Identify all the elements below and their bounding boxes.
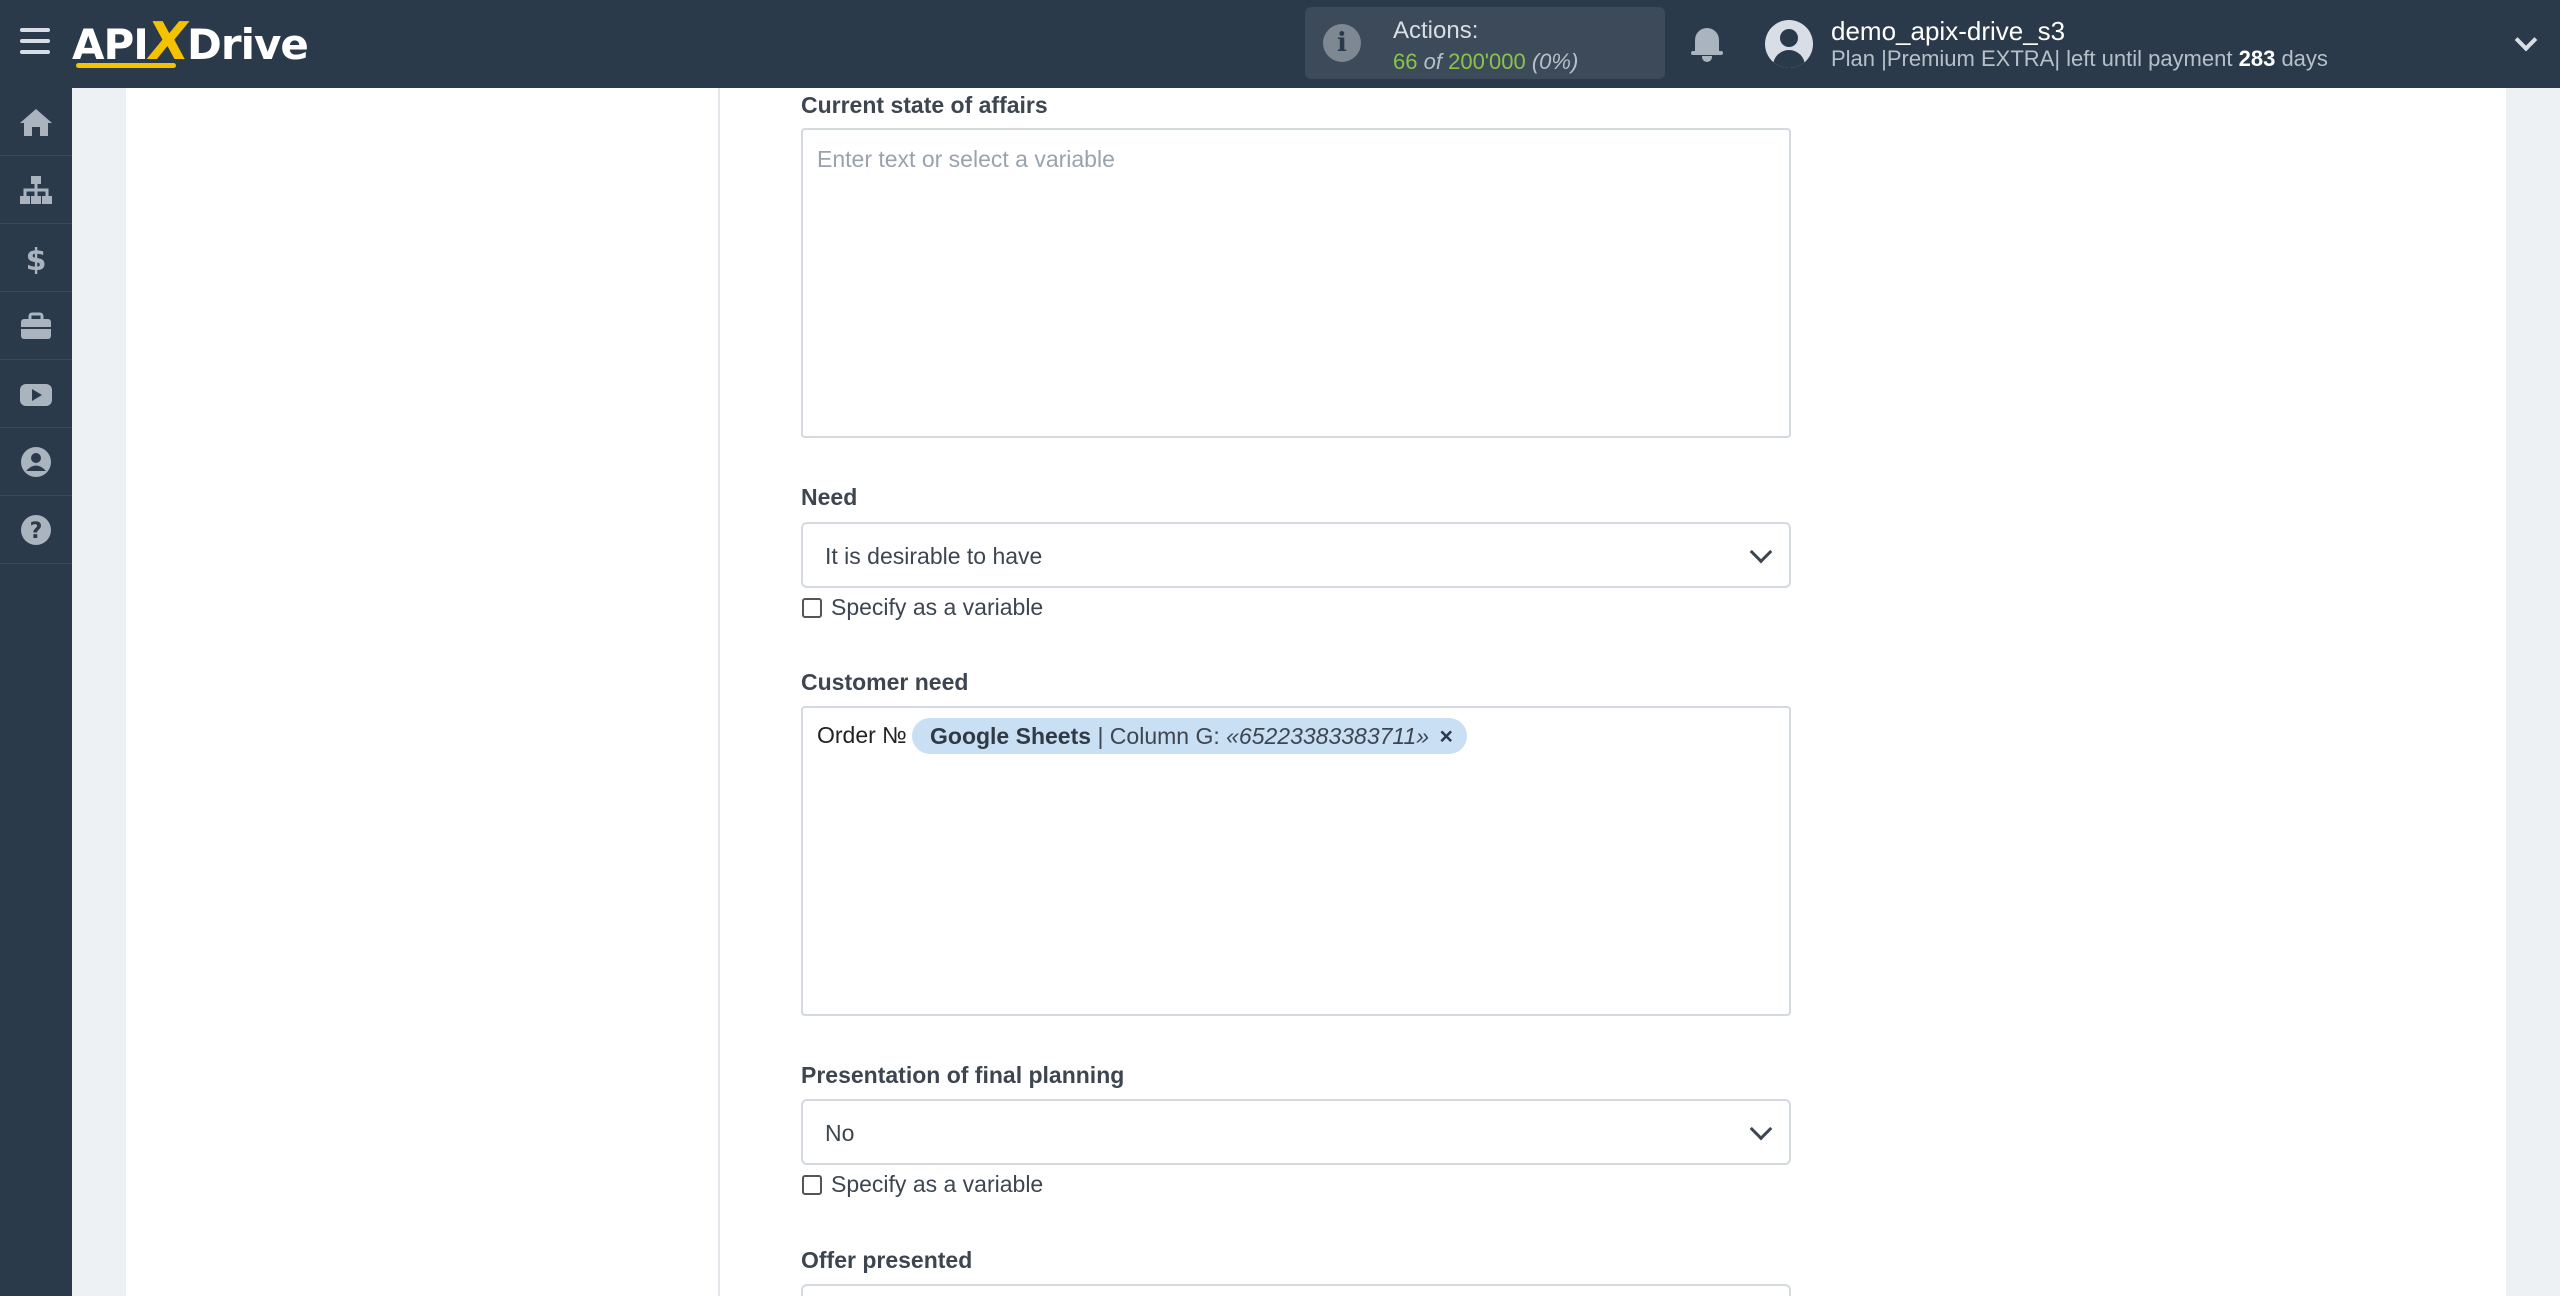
customer-need-text: Order № xyxy=(817,722,907,748)
plan-info: Plan |Premium EXTRA| left until payment … xyxy=(1831,46,2328,71)
current-state-label: Current state of affairs xyxy=(801,92,1048,118)
offer-select[interactable] xyxy=(801,1284,1791,1296)
actions-label: Actions: xyxy=(1393,17,1479,44)
briefcase-icon xyxy=(21,312,51,339)
menu-icon[interactable] xyxy=(20,28,52,54)
avatar[interactable] xyxy=(1765,20,1813,68)
apix-drive-logo[interactable]: APIXDrive xyxy=(72,12,309,72)
presentation-select[interactable]: No xyxy=(801,1099,1791,1165)
checkbox[interactable] xyxy=(802,1175,822,1195)
svg-text:?: ? xyxy=(30,519,43,544)
left-column xyxy=(126,88,720,1296)
checkbox[interactable] xyxy=(802,598,822,618)
youtube-icon xyxy=(20,384,52,406)
chevron-down-icon[interactable] xyxy=(2514,32,2536,54)
sidebar-item-billing[interactable]: $ xyxy=(0,224,72,292)
bell-icon[interactable] xyxy=(1690,26,1724,62)
actions-counter[interactable]: i Actions: 66 of 200'000 (0%) xyxy=(1305,7,1665,79)
close-icon[interactable]: × xyxy=(1439,723,1452,749)
customer-need-label: Customer need xyxy=(801,669,969,695)
chip-column: | Column G: xyxy=(1097,723,1220,749)
presentation-label: Presentation of final planning xyxy=(801,1062,1125,1088)
chevron-down-icon xyxy=(1749,540,1773,564)
info-icon: i xyxy=(1323,24,1361,62)
need-select[interactable]: It is desirable to have xyxy=(801,522,1791,588)
sidebar-item-home[interactable] xyxy=(0,88,72,156)
chevron-down-icon xyxy=(1749,1117,1773,1141)
user-circle-icon xyxy=(21,447,51,477)
sidebar-item-help[interactable]: ? xyxy=(0,496,72,564)
sitemap-icon xyxy=(20,176,52,204)
sidebar-item-video[interactable] xyxy=(0,360,72,428)
dollar-icon: $ xyxy=(26,243,47,274)
presentation-value: No xyxy=(825,1120,855,1146)
sidebar: $ ? xyxy=(0,88,72,1296)
username[interactable]: demo_apix-drive_s3 xyxy=(1831,16,2065,47)
sidebar-item-connections[interactable] xyxy=(0,156,72,224)
current-state-placeholder: Enter text or select a variable xyxy=(817,146,1115,172)
customer-need-textarea[interactable]: Order № Google Sheets | Column G: «65223… xyxy=(801,706,1791,1016)
logo-underline xyxy=(76,63,176,68)
sidebar-item-services[interactable] xyxy=(0,292,72,360)
home-icon xyxy=(20,109,52,136)
svg-text:$: $ xyxy=(26,243,47,274)
help-icon: ? xyxy=(21,515,51,545)
variable-chip[interactable]: Google Sheets | Column G: «6522338338371… xyxy=(912,718,1467,754)
need-value: It is desirable to have xyxy=(825,543,1043,569)
checkbox-label: Specify as a variable xyxy=(831,594,1044,620)
logo-text-right: Drive xyxy=(187,20,309,69)
need-label: Need xyxy=(801,484,858,510)
logo-text-left: API xyxy=(72,20,149,69)
checkbox-label: Specify as a variable xyxy=(831,1171,1044,1197)
current-state-textarea[interactable]: Enter text or select a variable xyxy=(801,128,1791,438)
actions-count: 66 of 200'000 (0%) xyxy=(1393,49,1579,74)
offer-label: Offer presented xyxy=(801,1247,973,1273)
top-bar: APIXDrive i Actions: 66 of 200'000 (0%) … xyxy=(0,0,2560,88)
sidebar-item-profile[interactable] xyxy=(0,428,72,496)
chip-value: «65223383383711» xyxy=(1226,723,1430,749)
chip-source: Google Sheets xyxy=(930,723,1092,749)
